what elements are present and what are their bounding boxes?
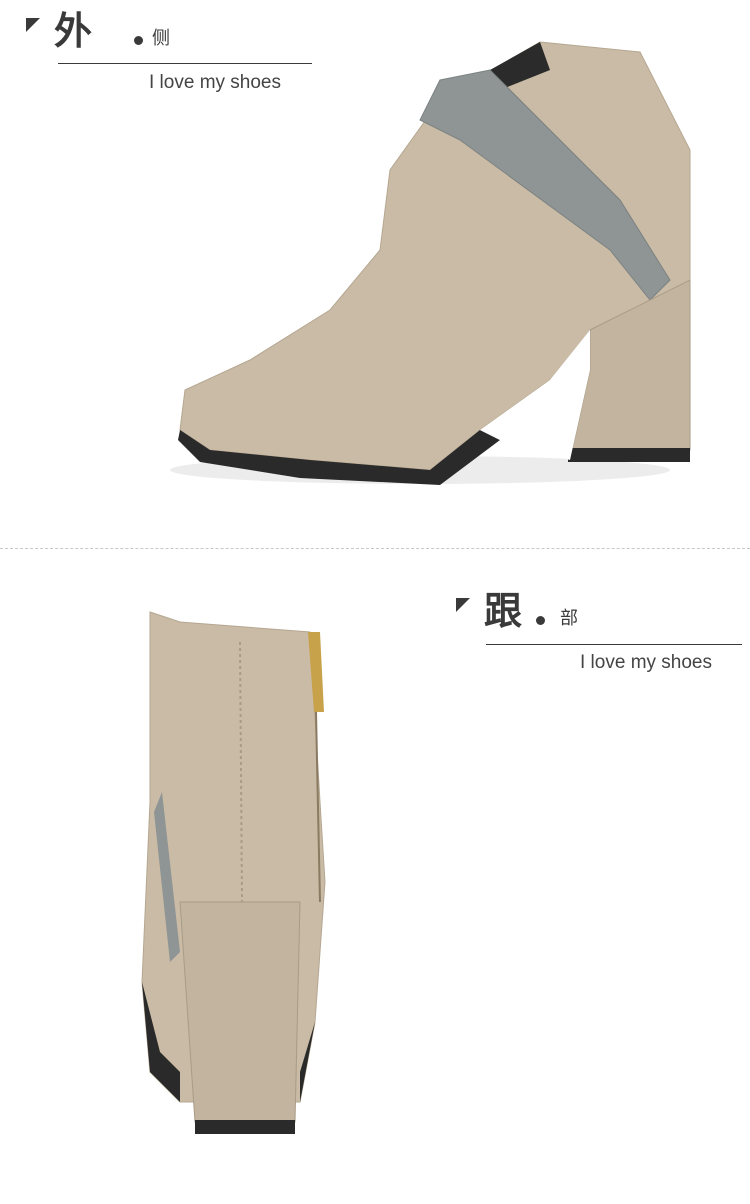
- bullet-dot-icon: [536, 616, 545, 625]
- heading-underline: [486, 644, 742, 645]
- heading-title-small: 部: [560, 608, 578, 629]
- corner-triangle-icon: [456, 598, 470, 612]
- bullet-dot-icon: [134, 36, 143, 45]
- heading-title-big: 跟: [484, 589, 523, 633]
- ankle-boot-heel-view-icon: [141, 611, 326, 1134]
- heading-title-big: 外: [54, 9, 93, 53]
- section-divider: [0, 548, 750, 549]
- heel-view-section: 跟 部 I love my shoes: [0, 552, 750, 1204]
- side-view-section: 外 侧 I love my shoes: [0, 0, 750, 548]
- corner-triangle-icon: [26, 18, 40, 32]
- heel-view-heading: 跟 部 I love my shoes: [456, 592, 746, 678]
- heading-tagline: I love my shoes: [580, 652, 712, 673]
- ankle-boot-side-view-icon: [170, 41, 691, 485]
